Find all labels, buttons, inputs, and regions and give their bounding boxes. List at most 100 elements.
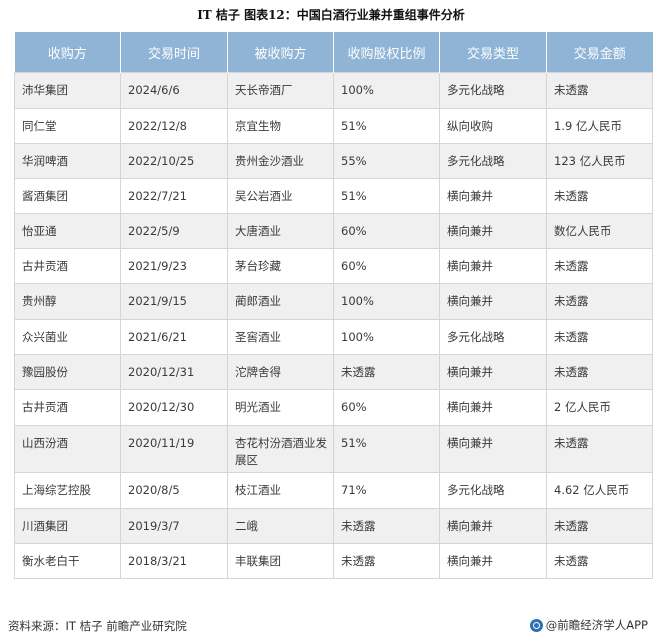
table-cell: 古井贡酒 (14, 389, 121, 426)
table-row: 同仁堂 2022/12/8 京宜生物 51% 纵向收购 1.9 亿人民币 (14, 108, 653, 144)
table-header-row: 收购方 交易时间 被收购方 收购股权比例 交易类型 交易金额 (14, 32, 653, 73)
table-cell: 二峨 (227, 508, 334, 544)
qianzhan-logo-icon (529, 618, 543, 632)
table-cell: 丰联集团 (227, 543, 334, 579)
table-row: 沛华集团 2024/6/6 天长帝酒厂 100% 多元化战略 未透露 (14, 72, 653, 109)
table-cell: 明光酒业 (227, 389, 334, 426)
table-cell: 未透露 (546, 283, 653, 320)
column-header: 收购方 (14, 32, 121, 73)
table-row: 豫园股份 2020/12/31 沱牌舍得 未透露 横向兼并 未透露 (14, 354, 653, 390)
table-cell: 未透露 (546, 72, 653, 109)
table-cell: 4.62 亿人民币 (546, 472, 653, 509)
table-cell: 横向兼并 (439, 354, 547, 390)
table-cell: 上海综艺控股 (14, 472, 121, 509)
table-cell: 55% (333, 143, 440, 179)
table-cell: 众兴菌业 (14, 319, 121, 355)
table-cell: 未透露 (333, 354, 440, 390)
table-cell: 100% (333, 283, 440, 320)
table-cell: 2018/3/21 (120, 543, 228, 579)
table-cell: 衡水老白干 (14, 543, 121, 579)
table-row: 上海综艺控股 2020/8/5 枝江酒业 71% 多元化战略 4.62 亿人民币 (14, 472, 653, 509)
table-cell: 杏花村汾酒酒业发展区 (227, 425, 334, 473)
table-cell: 2021/6/21 (120, 319, 228, 355)
table-cell: 纵向收购 (439, 108, 547, 144)
table-cell: 100% (333, 72, 440, 109)
table-cell: 未透露 (546, 508, 653, 544)
table-cell: 横向兼并 (439, 248, 547, 284)
table-cell: 未透露 (546, 319, 653, 355)
table-cell: 51% (333, 425, 440, 473)
table-row: 贵州醇 2021/9/15 蔺郎酒业 100% 横向兼并 未透露 (14, 283, 653, 320)
table-cell: 1.9 亿人民币 (546, 108, 653, 144)
table-row: 古井贡酒 2021/9/23 茅台珍藏 60% 横向兼并 未透露 (14, 248, 653, 284)
table-cell: 茅台珍藏 (227, 248, 334, 284)
table-cell: 豫园股份 (14, 354, 121, 390)
table-cell: 怡亚通 (14, 213, 121, 249)
table-cell: 天长帝酒厂 (227, 72, 334, 109)
column-header: 交易金额 (546, 32, 653, 73)
table-cell: 横向兼并 (439, 178, 547, 214)
table-cell: 未透露 (546, 543, 653, 579)
table-cell: 多元化战略 (439, 472, 547, 509)
table-cell: 酱酒集团 (14, 178, 121, 214)
table-cell: 2022/12/8 (120, 108, 228, 144)
table-row: 众兴菌业 2021/6/21 圣窖酒业 100% 多元化战略 未透露 (14, 319, 653, 355)
merger-table: 收购方 交易时间 被收购方 收购股权比例 交易类型 交易金额 沛华集团 2024/6/6 天长… (14, 32, 653, 579)
table-row: 古井贡酒 2020/12/30 明光酒业 60% 横向兼并 2 亿人民币 (14, 389, 653, 426)
table-cell: 2021/9/23 (120, 248, 228, 284)
table-cell: 2022/10/25 (120, 143, 228, 179)
table-cell: 川酒集团 (14, 508, 121, 544)
table-cell: 圣窖酒业 (227, 319, 334, 355)
table-row: 衡水老白干 2018/3/21 丰联集团 未透露 横向兼并 未透露 (14, 543, 653, 579)
page-title: IT 桔子 图表12：中国白酒行业兼并重组事件分析 (197, 8, 465, 22)
table-row: 华润啤酒 2022/10/25 贵州金沙酒业 55% 多元化战略 123 亿人民币 (14, 143, 653, 179)
table-cell: 吴公岩酒业 (227, 178, 334, 214)
table-cell: 2024/6/6 (120, 72, 228, 109)
brand-credit: @前瞻经济学人APP (529, 617, 648, 633)
table-cell: 同仁堂 (14, 108, 121, 144)
source-note: 资料来源：IT 桔子 前瞻产业研究院 (8, 619, 187, 633)
table-cell: 2020/8/5 (120, 472, 228, 509)
table-cell: 枝江酒业 (227, 472, 334, 509)
table-cell: 贵州金沙酒业 (227, 143, 334, 179)
table-cell: 古井贡酒 (14, 248, 121, 284)
brand-label: @前瞻经济学人APP (545, 618, 648, 632)
table-cell: 100% (333, 319, 440, 355)
table-cell: 大唐酒业 (227, 213, 334, 249)
table-cell: 横向兼并 (439, 213, 547, 249)
table-cell: 2 亿人民币 (546, 389, 653, 426)
table-cell: 60% (333, 389, 440, 426)
table-row: 酱酒集团 2022/7/21 吴公岩酒业 51% 横向兼并 未透露 (14, 178, 653, 214)
table-cell: 51% (333, 108, 440, 144)
column-header: 被收购方 (227, 32, 334, 73)
table-cell: 2020/11/19 (120, 425, 228, 473)
table-cell: 未透露 (333, 508, 440, 544)
table-cell: 沱牌舍得 (227, 354, 334, 390)
table-cell: 多元化战略 (439, 319, 547, 355)
table-cell: 蔺郎酒业 (227, 283, 334, 320)
table-cell: 贵州醇 (14, 283, 121, 320)
table-cell: 2020/12/30 (120, 389, 228, 426)
table-cell: 未透露 (546, 178, 653, 214)
table-row: 怡亚通 2022/5/9 大唐酒业 60% 横向兼并 数亿人民币 (14, 213, 653, 249)
table-cell: 未透露 (333, 543, 440, 579)
table-cell: 多元化战略 (439, 72, 547, 109)
table-cell: 横向兼并 (439, 543, 547, 579)
table-row: 山西汾酒 2020/11/19 杏花村汾酒酒业发展区 51% 横向兼并 未透露 (14, 425, 653, 473)
table-cell: 横向兼并 (439, 389, 547, 426)
column-header: 交易类型 (439, 32, 547, 73)
table-cell: 未透露 (546, 354, 653, 390)
table-cell: 沛华集团 (14, 72, 121, 109)
table-cell: 2021/9/15 (120, 283, 228, 320)
table-cell: 京宜生物 (227, 108, 334, 144)
table-cell: 横向兼并 (439, 283, 547, 320)
table-cell: 2022/7/21 (120, 178, 228, 214)
table-cell: 未透露 (546, 248, 653, 284)
table-cell: 横向兼并 (439, 508, 547, 544)
table-cell: 123 亿人民币 (546, 143, 653, 179)
table-cell: 71% (333, 472, 440, 509)
table-cell: 山西汾酒 (14, 425, 121, 473)
table-cell: 51% (333, 178, 440, 214)
table-cell: 60% (333, 248, 440, 284)
table-cell: 横向兼并 (439, 425, 547, 473)
